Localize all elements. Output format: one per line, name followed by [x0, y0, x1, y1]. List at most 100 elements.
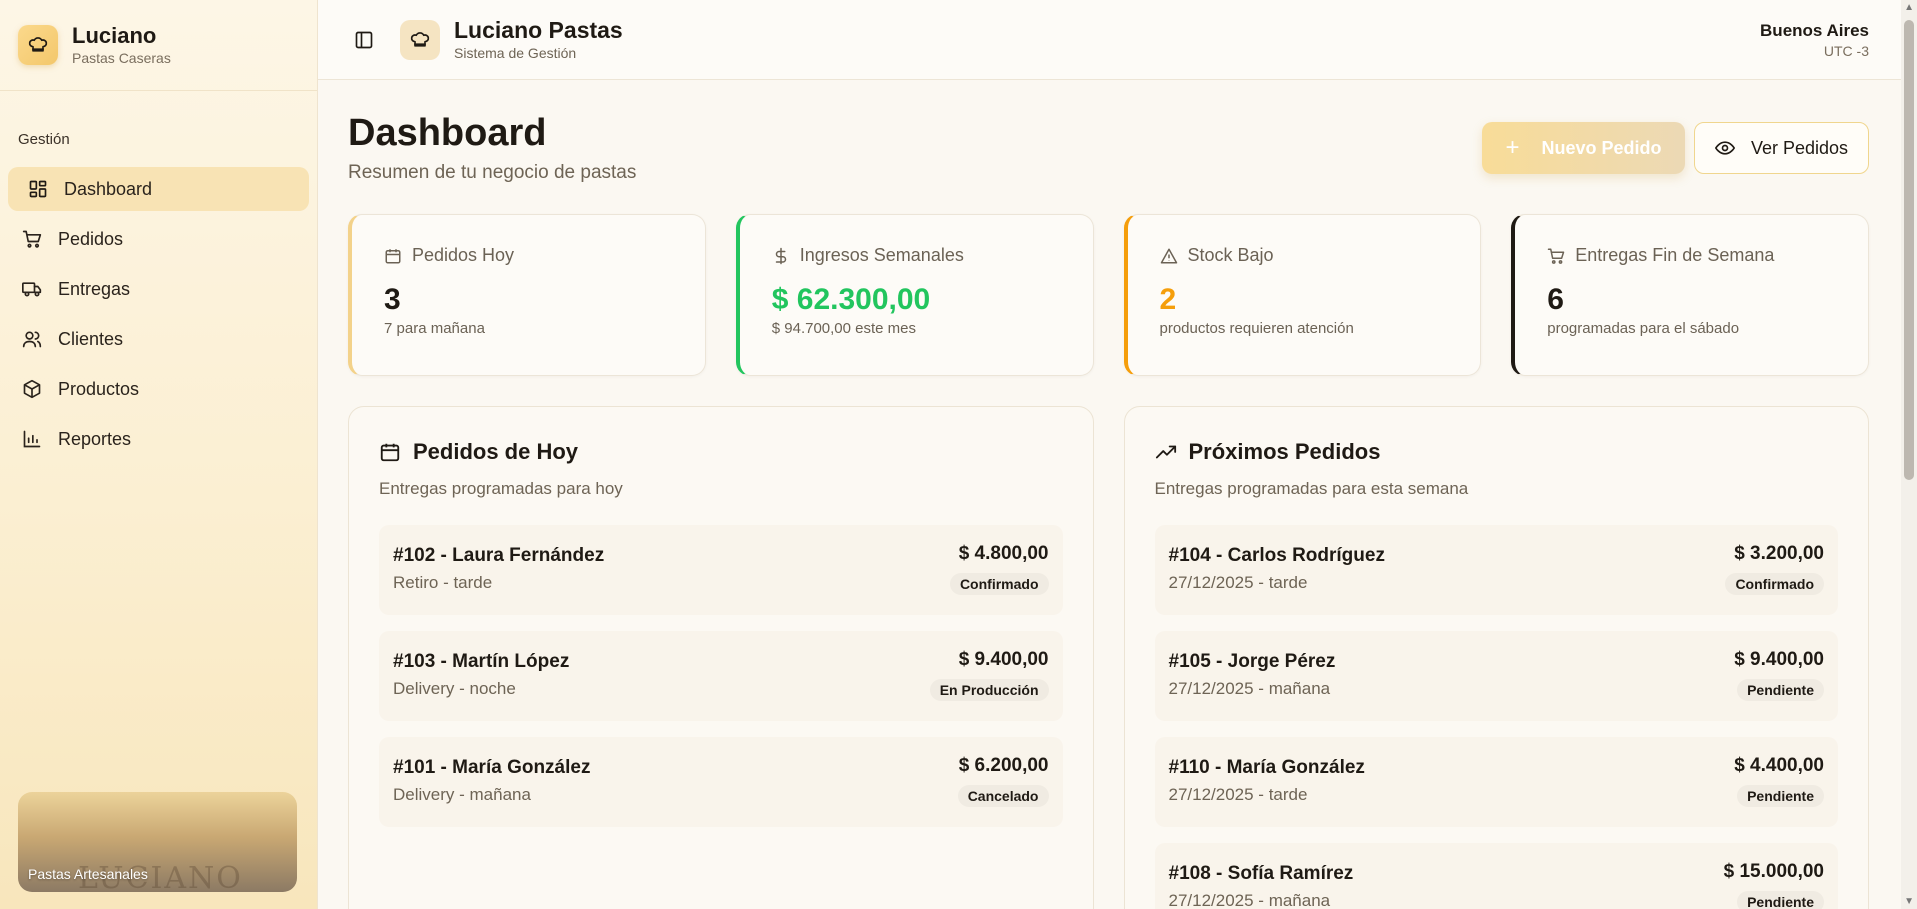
order-item[interactable]: #108 - Sofía Ramírez 27/12/2025 - mañana… — [1154, 843, 1838, 909]
panel-title: Pedidos de Hoy — [413, 439, 579, 464]
sidebar-item-label: Entregas — [58, 278, 131, 299]
order-list: #102 - Laura Fernández Retiro - tarde $ … — [379, 525, 1063, 827]
status-badge: Cancelado — [957, 785, 1049, 807]
order-amount: $ 4.400,00 — [1734, 755, 1824, 776]
sidebar-toggle-icon[interactable] — [354, 30, 374, 50]
order-item[interactable]: #105 - Jorge Pérez 27/12/2025 - mañana $… — [1154, 631, 1838, 721]
new-order-label: Nuevo Pedido — [1541, 137, 1662, 158]
timezone-label: UTC -3 — [1823, 43, 1869, 59]
status-badge: Pendiente — [1737, 891, 1824, 909]
order-item[interactable]: #101 - María González Delivery - mañana … — [379, 737, 1063, 827]
app-title: Luciano Pastas — [454, 16, 623, 43]
vertical-scrollbar[interactable]: ▲ ▼ — [1901, 0, 1917, 909]
status-badge: Pendiente — [1737, 785, 1824, 807]
order-meta: 27/12/2025 - tarde — [1168, 785, 1308, 804]
calendar-icon — [379, 441, 401, 463]
nav-group-label: Gestión — [18, 131, 70, 148]
view-orders-label: Ver Pedidos — [1750, 137, 1849, 158]
new-order-button[interactable]: + Nuevo Pedido — [1482, 122, 1685, 174]
sidebar: Luciano Pastas Caseras Gestión Dashboard… — [0, 0, 318, 909]
stats-row: Pedidos Hoy 3 7 para mañana Ingresos Sem… — [348, 214, 1869, 376]
order-amount: $ 3.200,00 — [1734, 543, 1824, 564]
view-orders-button[interactable]: Ver Pedidos — [1694, 122, 1869, 174]
status-badge: Confirmado — [949, 573, 1049, 595]
order-title: #102 - Laura Fernández — [393, 545, 605, 566]
scroll-thumb[interactable] — [1904, 20, 1914, 480]
stat-label: Pedidos Hoy — [412, 245, 515, 265]
bar-chart-icon — [22, 429, 42, 449]
scroll-up-icon[interactable]: ▲ — [1904, 2, 1914, 13]
main-area: Luciano Pastas Sistema de Gestión Buenos… — [318, 0, 1917, 909]
promo-title: Pastas Artesanales — [28, 866, 148, 882]
order-amount: $ 4.800,00 — [958, 543, 1049, 564]
cart-icon — [22, 229, 42, 249]
trending-up-icon — [1155, 441, 1177, 463]
warning-icon — [1160, 247, 1178, 265]
sidebar-item-clientes[interactable]: Clientes — [8, 317, 309, 361]
panel-subtitle: Entregas programadas para hoy — [379, 479, 623, 498]
status-badge: En Producción — [929, 679, 1049, 701]
scroll-down-icon[interactable]: ▼ — [1904, 896, 1914, 907]
order-item[interactable]: #110 - María González 27/12/2025 - tarde… — [1154, 737, 1838, 827]
chef-hat-icon — [18, 25, 58, 65]
chef-hat-icon — [400, 19, 440, 60]
sidebar-item-label: Productos — [58, 378, 140, 399]
stat-note: programadas para el sábado — [1547, 320, 1740, 337]
today-orders-panel: Pedidos de Hoy Entregas programadas para… — [348, 406, 1094, 909]
order-title: #103 - Martín López — [393, 651, 570, 672]
stat-value: 6 — [1547, 283, 1564, 316]
order-meta: 27/12/2025 - mañana — [1168, 679, 1331, 698]
truck-icon — [22, 279, 42, 299]
stat-value: 2 — [1159, 283, 1177, 316]
order-title: #101 - María González — [393, 757, 591, 778]
sidebar-item-dashboard[interactable]: Dashboard — [8, 167, 309, 211]
panel-title: Próximos Pedidos — [1188, 439, 1381, 464]
sidebar-item-entregas[interactable]: Entregas — [8, 267, 309, 311]
topbar: Luciano Pastas Sistema de Gestión Buenos… — [318, 0, 1917, 80]
status-badge: Pendiente — [1737, 679, 1824, 701]
brand-subtitle: Pastas Caseras — [72, 50, 171, 66]
stat-note: productos requieren atención — [1159, 320, 1354, 337]
stat-label: Ingresos Semanales — [799, 245, 964, 265]
order-item[interactable]: #103 - Martín López Delivery - noche $ 9… — [379, 631, 1063, 721]
app-subtitle: Sistema de Gestión — [454, 44, 577, 61]
location-info: Buenos Aires UTC -3 — [1760, 20, 1869, 60]
brand-name: Luciano — [72, 23, 157, 48]
stat-value: $ 62.300,00 — [771, 283, 931, 316]
sidebar-nav: Dashboard Pedidos Entregas Clientes Prod… — [0, 167, 317, 461]
sidebar-item-label: Reportes — [58, 428, 132, 449]
dashboard-content: Dashboard Resumen de tu negocio de pasta… — [318, 80, 1917, 909]
panels-row: Pedidos de Hoy Entregas programadas para… — [348, 406, 1869, 909]
sidebar-item-label: Clientes — [58, 328, 124, 349]
users-icon — [22, 329, 42, 349]
stat-note: 7 para mañana — [384, 320, 485, 337]
cart-icon — [1547, 247, 1565, 265]
dollar-icon — [772, 247, 790, 265]
stat-card-pedidos-hoy: Pedidos Hoy 3 7 para mañana — [348, 214, 706, 376]
sidebar-item-label: Pedidos — [58, 228, 124, 249]
brand: Luciano Pastas Caseras — [0, 0, 317, 91]
stat-card-ingresos: Ingresos Semanales $ 62.300,00 $ 94.700,… — [735, 214, 1094, 376]
dashboard-icon — [28, 179, 48, 199]
order-amount: $ 9.400,00 — [958, 649, 1049, 670]
order-item[interactable]: #104 - Carlos Rodríguez 27/12/2025 - tar… — [1154, 525, 1838, 615]
order-item[interactable]: #102 - Laura Fernández Retiro - tarde $ … — [379, 525, 1063, 615]
sidebar-item-pedidos[interactable]: Pedidos — [8, 217, 309, 261]
order-meta: Delivery - mañana — [393, 785, 531, 804]
stat-card-entregas-finde: Entregas Fin de Semana 6 programadas par… — [1511, 214, 1869, 376]
sidebar-item-reportes[interactable]: Reportes — [8, 417, 309, 461]
stat-label: Stock Bajo — [1187, 245, 1274, 265]
order-amount: $ 9.400,00 — [1734, 649, 1824, 670]
order-title: #104 - Carlos Rodríguez — [1168, 545, 1385, 566]
upcoming-orders-panel: Próximos Pedidos Entregas programadas pa… — [1123, 406, 1869, 909]
status-badge: Confirmado — [1725, 573, 1824, 595]
stat-value: 3 — [384, 283, 401, 316]
calendar-icon — [384, 247, 402, 265]
sidebar-item-productos[interactable]: Productos — [8, 367, 309, 411]
plus-icon: + — [1505, 134, 1520, 161]
order-meta: 27/12/2025 - mañana — [1168, 891, 1331, 909]
order-amount: $ 15.000,00 — [1723, 861, 1824, 882]
panel-subtitle: Entregas programadas para esta semana — [1154, 479, 1469, 498]
promo-card: LUCIANO Pastas Artesanales — [18, 792, 297, 892]
order-title: #110 - María González — [1168, 757, 1365, 778]
